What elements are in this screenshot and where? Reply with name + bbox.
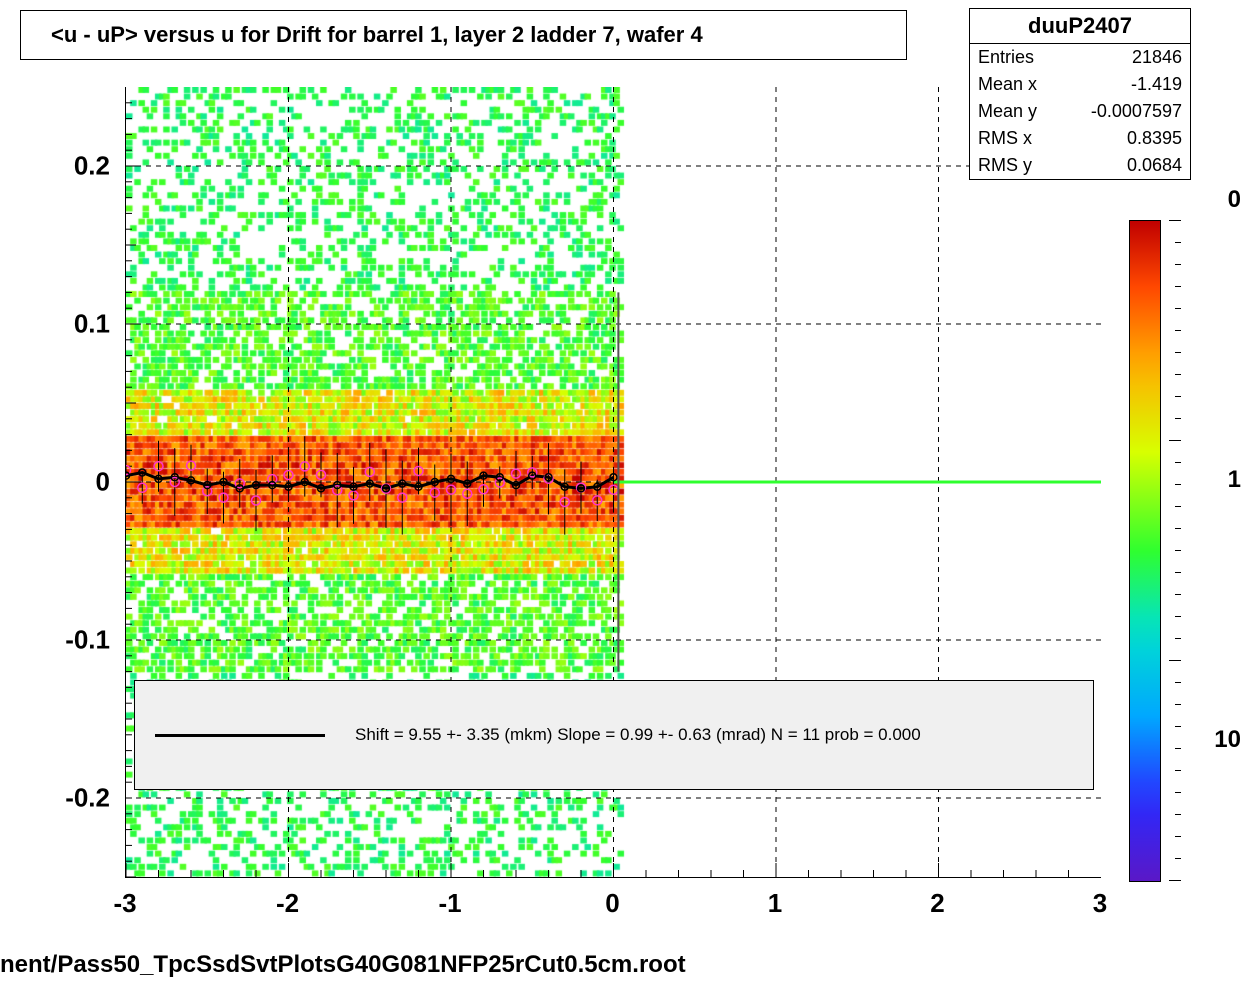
plot-title: <u - uP> versus u for Drift for barrel 1… — [20, 10, 907, 60]
fit-text: Shift = 9.55 +- 3.35 (mkm) Slope = 0.99 … — [355, 725, 921, 745]
stats-box: duuP2407 Entries 21846 Mean x -1.419 Mea… — [969, 8, 1191, 180]
x-axis-ticks: -3-2-10123 — [125, 882, 1100, 922]
label: Entries — [978, 47, 1034, 68]
cb-tick-10: 10 — [1214, 726, 1241, 754]
title-text: <u - uP> versus u for Drift for barrel 1… — [51, 22, 703, 48]
value: 0.8395 — [1127, 128, 1182, 149]
value: -0.0007597 — [1091, 101, 1182, 122]
stats-meanx: Mean x -1.419 — [970, 71, 1190, 98]
x-tick: 2 — [930, 888, 944, 919]
y-axis-ticks: -0.2 -0.1 0 0.1 0.2 — [0, 87, 120, 877]
cb-tick-1: 1 — [1228, 466, 1241, 494]
x-tick: -1 — [438, 888, 461, 919]
cb-tick-hidden: 0 — [1228, 186, 1241, 214]
label: Mean x — [978, 74, 1037, 95]
root-plot: <u - uP> versus u for Drift for barrel 1… — [0, 0, 1251, 983]
y-tick: 0.1 — [74, 309, 110, 340]
footer-path: nent/Pass50_TpcSsdSvtPlotsG40G081NFP25rC… — [0, 951, 686, 979]
colorbar-labels: 0 1 10 — [1171, 220, 1241, 880]
y-tick: -0.1 — [65, 625, 110, 656]
label: Mean y — [978, 101, 1037, 122]
value: -1.419 — [1131, 74, 1182, 95]
x-tick: -3 — [113, 888, 136, 919]
stats-entries: Entries 21846 — [970, 44, 1190, 71]
stats-meany: Mean y -0.0007597 — [970, 98, 1190, 125]
y-tick: 0 — [96, 467, 110, 498]
value: 0.0684 — [1127, 155, 1182, 176]
x-tick: 0 — [605, 888, 619, 919]
y-tick: 0.2 — [74, 151, 110, 182]
colorbar — [1129, 220, 1161, 882]
x-tick: 3 — [1093, 888, 1107, 919]
fit-line-sample — [155, 734, 325, 737]
stats-rmsy: RMS y 0.0684 — [970, 152, 1190, 179]
stats-hist-name: duuP2407 — [970, 9, 1190, 44]
label: RMS x — [978, 128, 1032, 149]
fit-legend: Shift = 9.55 +- 3.35 (mkm) Slope = 0.99 … — [134, 680, 1094, 790]
y-tick: -0.2 — [65, 783, 110, 814]
x-tick: 1 — [768, 888, 782, 919]
label: RMS y — [978, 155, 1032, 176]
x-tick: -2 — [276, 888, 299, 919]
value: 21846 — [1132, 47, 1182, 68]
stats-rmsx: RMS x 0.8395 — [970, 125, 1190, 152]
